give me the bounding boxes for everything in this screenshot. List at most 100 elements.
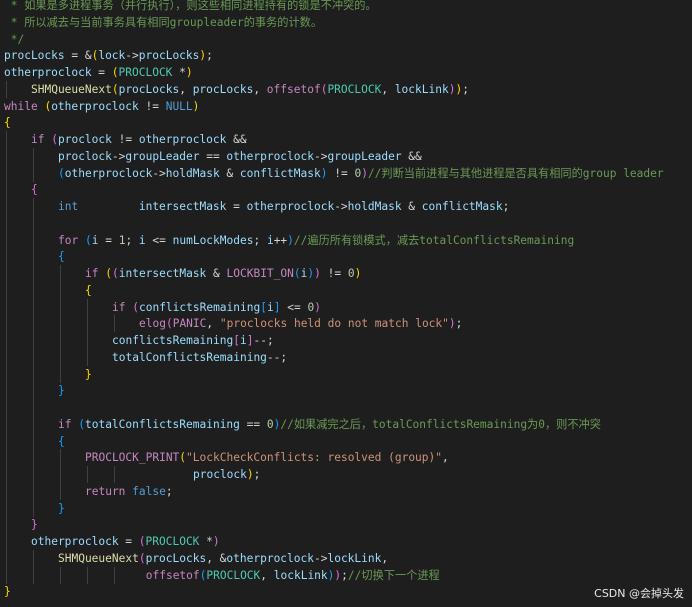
code-token: ;	[125, 233, 139, 247]
code-token: PROCLOCK_PRINT	[85, 451, 180, 465]
csdn-watermark: CSDN @会掉头发	[594, 587, 684, 600]
code-line[interactable]: * 所以减去与当前事务具有相同groupleader的事务的计数。	[4, 14, 322, 31]
code-token: SHMQueueNext	[58, 551, 139, 565]
code-token: ;	[341, 568, 348, 582]
code-token: }	[85, 367, 92, 381]
code-token: proclock	[193, 468, 247, 481]
code-token: ->	[313, 149, 328, 163]
code-token: procLocks	[118, 82, 180, 96]
code-line[interactable]: {	[85, 282, 92, 299]
code-line[interactable]: for (i = 1; i <= numLockModes; i++)//遍历所…	[58, 232, 574, 249]
code-line[interactable]: if (totalConflictsRemaining == 0)//如果减完之…	[58, 416, 601, 433]
code-token: i	[266, 300, 274, 314]
code-line[interactable]: otherproclock = (PROCLOCK *)	[4, 64, 193, 81]
code-token: ->	[152, 166, 166, 180]
code-line[interactable]: elog(PANIC, "proclocks held do not match…	[139, 315, 462, 332]
code-line[interactable]: int intersectMask = otherproclock->holdM…	[58, 198, 509, 215]
code-line[interactable]: return false;	[85, 483, 173, 500]
code-token: //遍历所有锁模式，减去totalConflictsRemaining	[293, 233, 575, 247]
indent-guide	[87, 315, 88, 333]
indent-guide	[60, 348, 61, 366]
code-line[interactable]: while (otherproclock != NULL)	[4, 98, 199, 115]
code-token: = &	[64, 49, 92, 63]
code-line[interactable]: }	[58, 382, 65, 399]
code-token: ;	[502, 200, 510, 213]
code-token: &	[219, 166, 240, 180]
indent-guide	[33, 281, 34, 299]
code-token: */	[4, 32, 25, 46]
code-token: &&	[226, 133, 247, 146]
code-line[interactable]: {	[4, 114, 11, 131]
code-token: (	[293, 267, 301, 280]
indent-guide	[60, 466, 61, 483]
code-token: <=	[280, 300, 308, 314]
code-line[interactable]: * 如果是多进程事务（并行执行），则这些相同进程持有的锁是不冲突的。	[4, 0, 377, 14]
code-token: PROCLOCK	[118, 66, 173, 79]
code-line[interactable]: otherproclock = (PROCLOCK *)	[31, 533, 220, 550]
code-line[interactable]: {	[58, 248, 65, 265]
code-token: )	[314, 267, 321, 280]
indent-guide	[33, 248, 34, 266]
code-token: groupLeader	[125, 149, 200, 163]
code-token: lock	[98, 49, 126, 63]
code-line[interactable]: }	[85, 366, 92, 383]
code-line[interactable]: SHMQueueNext(procLocks, &otherproclock->…	[58, 550, 388, 567]
code-token: (	[84, 233, 92, 247]
code-line[interactable]: if (proclock != otherproclock &&	[31, 131, 247, 148]
code-token: =	[91, 66, 112, 79]
code-token: procLocks	[192, 82, 254, 96]
code-token: {	[31, 183, 38, 197]
code-token: ,	[442, 451, 449, 465]
code-line[interactable]: }	[4, 583, 11, 600]
indent-guide	[6, 499, 7, 517]
indent-guide	[87, 566, 88, 584]
code-line[interactable]: totalConflictsRemaining--;	[112, 349, 287, 366]
code-token: !=	[111, 133, 139, 146]
code-line[interactable]: */	[4, 31, 24, 48]
code-token: otherproclock	[226, 149, 314, 163]
code-line[interactable]: (otherproclock->holdMask & conflictMask)…	[58, 165, 664, 182]
code-line[interactable]: conflictsRemaining[i]--;	[112, 332, 274, 349]
code-token: numLockModes	[172, 233, 254, 247]
indent-guide	[33, 214, 34, 232]
code-token: ++	[273, 233, 288, 247]
indent-guide	[6, 382, 7, 400]
indent-guide	[33, 449, 34, 467]
code-token: [	[260, 300, 267, 314]
code-line[interactable]: PROCLOCK_PRINT("LockCheckConflicts: reso…	[85, 449, 449, 466]
code-line[interactable]: procLocks = &(lock->procLocks);	[4, 47, 213, 64]
code-line[interactable]: }	[58, 500, 65, 517]
code-token: {	[58, 250, 65, 264]
code-token: }	[58, 501, 65, 515]
indent-guide	[6, 248, 7, 266]
indent-guide	[33, 198, 34, 215]
code-token: )	[314, 300, 321, 314]
code-editor[interactable]: * 如果是多进程事务（并行执行），则这些相同进程持有的锁是不冲突的。 * 所以减…	[0, 0, 692, 607]
code-token: //判断当前进程与其他进程是否具有相同的group leader	[367, 166, 664, 180]
code-line[interactable]: SHMQueueNext(procLocks, procLocks, offse…	[31, 81, 469, 98]
code-token: ;	[206, 49, 213, 63]
code-token: }	[58, 384, 65, 398]
code-token: )	[212, 535, 220, 548]
code-line[interactable]: {	[31, 181, 38, 198]
code-line[interactable]: proclock->groupLeader == otherproclock->…	[58, 148, 422, 165]
code-token: //切换下一个进程	[347, 568, 440, 582]
code-token: &	[401, 200, 422, 213]
code-token: ->	[125, 49, 139, 63]
code-token: otherproclock	[51, 99, 139, 113]
indent-guide	[33, 147, 34, 165]
code-line[interactable]: {	[58, 433, 65, 450]
code-token: conflictMask	[421, 200, 503, 213]
indent-guide	[6, 164, 7, 182]
code-token: intersectMask	[138, 200, 227, 213]
code-token: ,	[260, 568, 274, 582]
code-line[interactable]: offsetof(PROCLOCK, lockLink));//切换下一个进程	[146, 567, 440, 584]
code-token: if	[112, 300, 126, 314]
code-token: otherproclock	[31, 535, 119, 548]
code-line[interactable]: }	[31, 516, 38, 533]
code-line[interactable]: if (conflictsRemaining[i] <= 0)	[112, 299, 321, 316]
code-line[interactable]: proclock);	[193, 466, 260, 483]
indent-guide	[6, 549, 7, 567]
code-token: procLocks	[145, 551, 207, 565]
code-line[interactable]: if ((intersectMask & LOCKBIT_ON(i)) != 0…	[85, 265, 361, 282]
